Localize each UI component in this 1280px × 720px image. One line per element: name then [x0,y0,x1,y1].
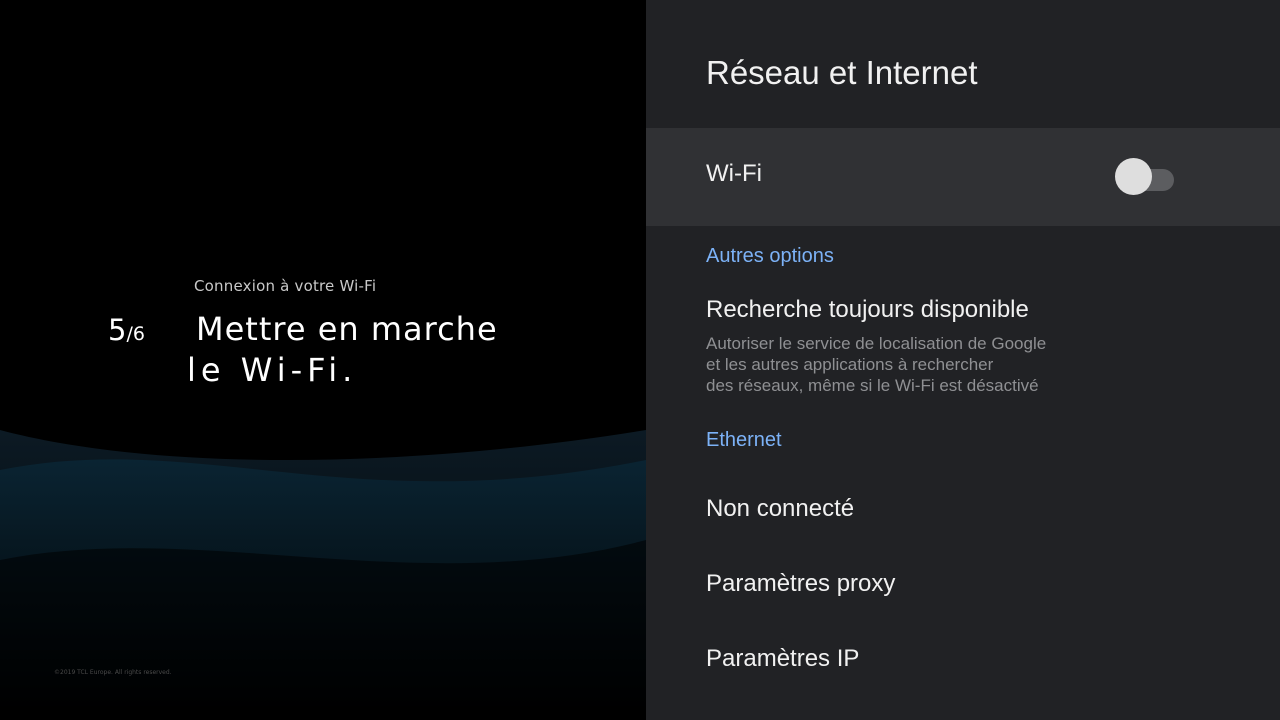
step-current: 5 [108,313,127,347]
description-line: et les autres applications à rechercher [706,355,994,374]
proxy-settings-item[interactable]: Paramètres proxy [706,570,895,598]
step-counter: 5/6 [108,313,145,347]
network-settings-panel: Réseau et Internet Wi-Fi Autres options … [646,0,1280,720]
scan-always-available-item[interactable]: Recherche toujours disponible [706,296,1029,324]
description-line: des réseaux, même si le Wi-Fi est désact… [706,376,1039,395]
wifi-toggle-row[interactable]: Wi-Fi [646,128,1280,226]
toggle-knob [1115,158,1152,195]
section-header-other-options: Autres options [706,245,834,267]
page-title: Réseau et Internet [706,54,978,91]
copyright-notice: ©2019 TCL Europe. All rights reserved. [54,669,172,676]
section-header-ethernet: Ethernet [706,429,782,451]
step-total: /6 [126,323,145,345]
tutorial-panel: Connexion à votre Wi-Fi 5/6 Mettre en ma… [0,0,646,720]
scan-always-description: Autoriser le service de localisation de … [706,333,1126,396]
headline-line-2: le Wi-Fi. [187,351,358,389]
tutorial-subtitle: Connexion à votre Wi-Fi [194,277,377,295]
wifi-toggle-switch[interactable] [1115,157,1175,195]
ethernet-status-item[interactable]: Non connecté [706,495,854,523]
description-line: Autoriser le service de localisation de … [706,334,1047,353]
headline-line-1: Mettre en marche [196,310,498,348]
ip-settings-item[interactable]: Paramètres IP [706,645,859,673]
wifi-label: Wi-Fi [706,160,762,187]
tutorial-headline: Mettre en marche le Wi-Fi. [187,309,498,391]
